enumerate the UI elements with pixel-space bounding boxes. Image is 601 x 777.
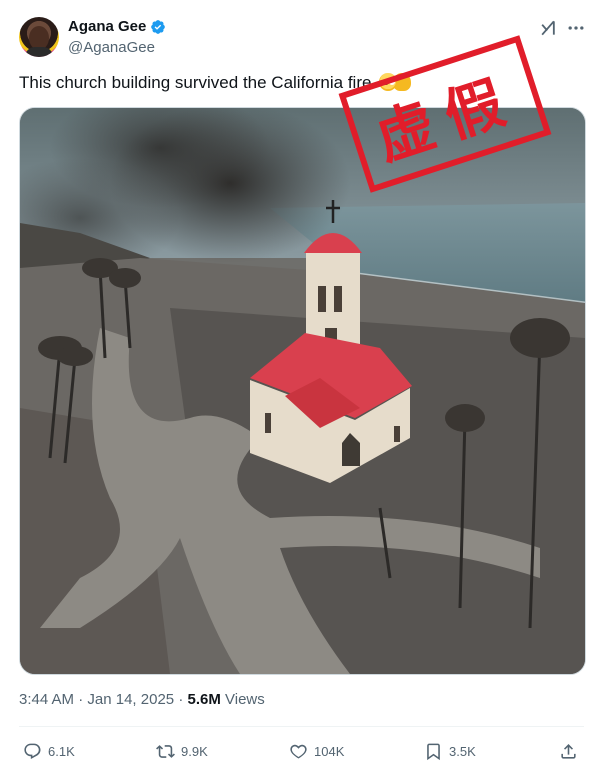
meta-separator-2: · xyxy=(178,691,184,708)
tweet-time[interactable]: 3:44 AM xyxy=(19,691,74,708)
bookmark-icon xyxy=(427,743,440,760)
reply-icon xyxy=(24,743,41,759)
meta-separator: · xyxy=(78,691,84,708)
like-count: 104K xyxy=(314,743,345,759)
like-button[interactable]: 104K xyxy=(289,738,344,764)
avatar-shirt xyxy=(25,47,53,57)
tweet-card: Agana Gee @AganaGee This church building… xyxy=(0,0,601,777)
display-name[interactable]: Agana Gee xyxy=(68,17,146,37)
avatar[interactable] xyxy=(19,17,59,57)
retweet-icon xyxy=(156,744,175,758)
grok-icon-glyph xyxy=(541,20,555,36)
share-button[interactable] xyxy=(559,738,578,764)
share-icon xyxy=(561,743,576,759)
reply-button[interactable]: 6.1K xyxy=(23,738,75,764)
tweet-meta: 3:44 AM · Jan 14, 2025 · 5.6M Views xyxy=(19,690,265,710)
bookmark-button[interactable]: 3.5K xyxy=(424,738,476,764)
heart-icon xyxy=(290,744,307,758)
views-label: Views xyxy=(225,691,265,708)
verified-badge-icon xyxy=(151,20,166,34)
bookmark-count: 3.5K xyxy=(449,743,476,759)
action-bar: 6.1K 9.9K 104K 3.5K xyxy=(19,738,584,764)
tweet-text-body: This church building survived the Califo… xyxy=(19,73,372,92)
retweet-button[interactable]: 9.9K xyxy=(156,738,208,764)
divider xyxy=(19,726,584,727)
views-count: 5.6M xyxy=(187,691,221,708)
author-handle[interactable]: @AganaGee xyxy=(68,38,155,58)
retweet-count: 9.9K xyxy=(181,743,208,759)
more-options-icon[interactable] xyxy=(564,16,588,40)
grok-icon[interactable] xyxy=(536,16,560,40)
author-name-row[interactable]: Agana Gee xyxy=(68,17,166,37)
more-dots-glyph xyxy=(568,26,584,30)
burned-church-image xyxy=(20,108,585,674)
tweet-photo[interactable] xyxy=(19,107,586,675)
tweet-date[interactable]: Jan 14, 2025 xyxy=(87,691,174,708)
reply-count: 6.1K xyxy=(48,743,75,759)
